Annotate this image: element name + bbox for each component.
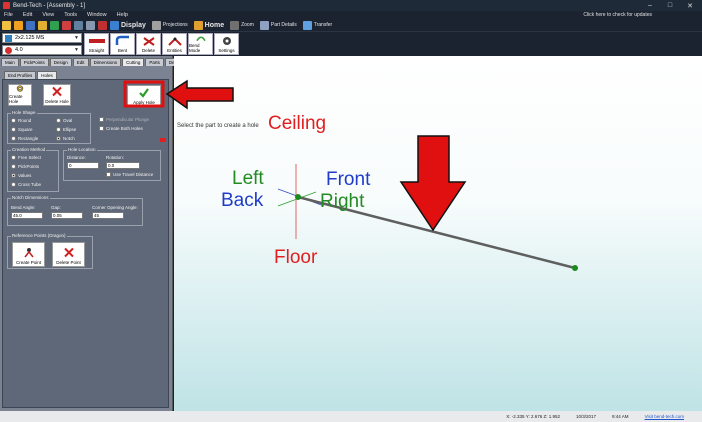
down-arrow-icon bbox=[399, 135, 467, 232]
apply-hole-highlight bbox=[123, 80, 165, 108]
annotation-overlay bbox=[123, 79, 467, 232]
left-arrow-icon bbox=[165, 79, 234, 110]
